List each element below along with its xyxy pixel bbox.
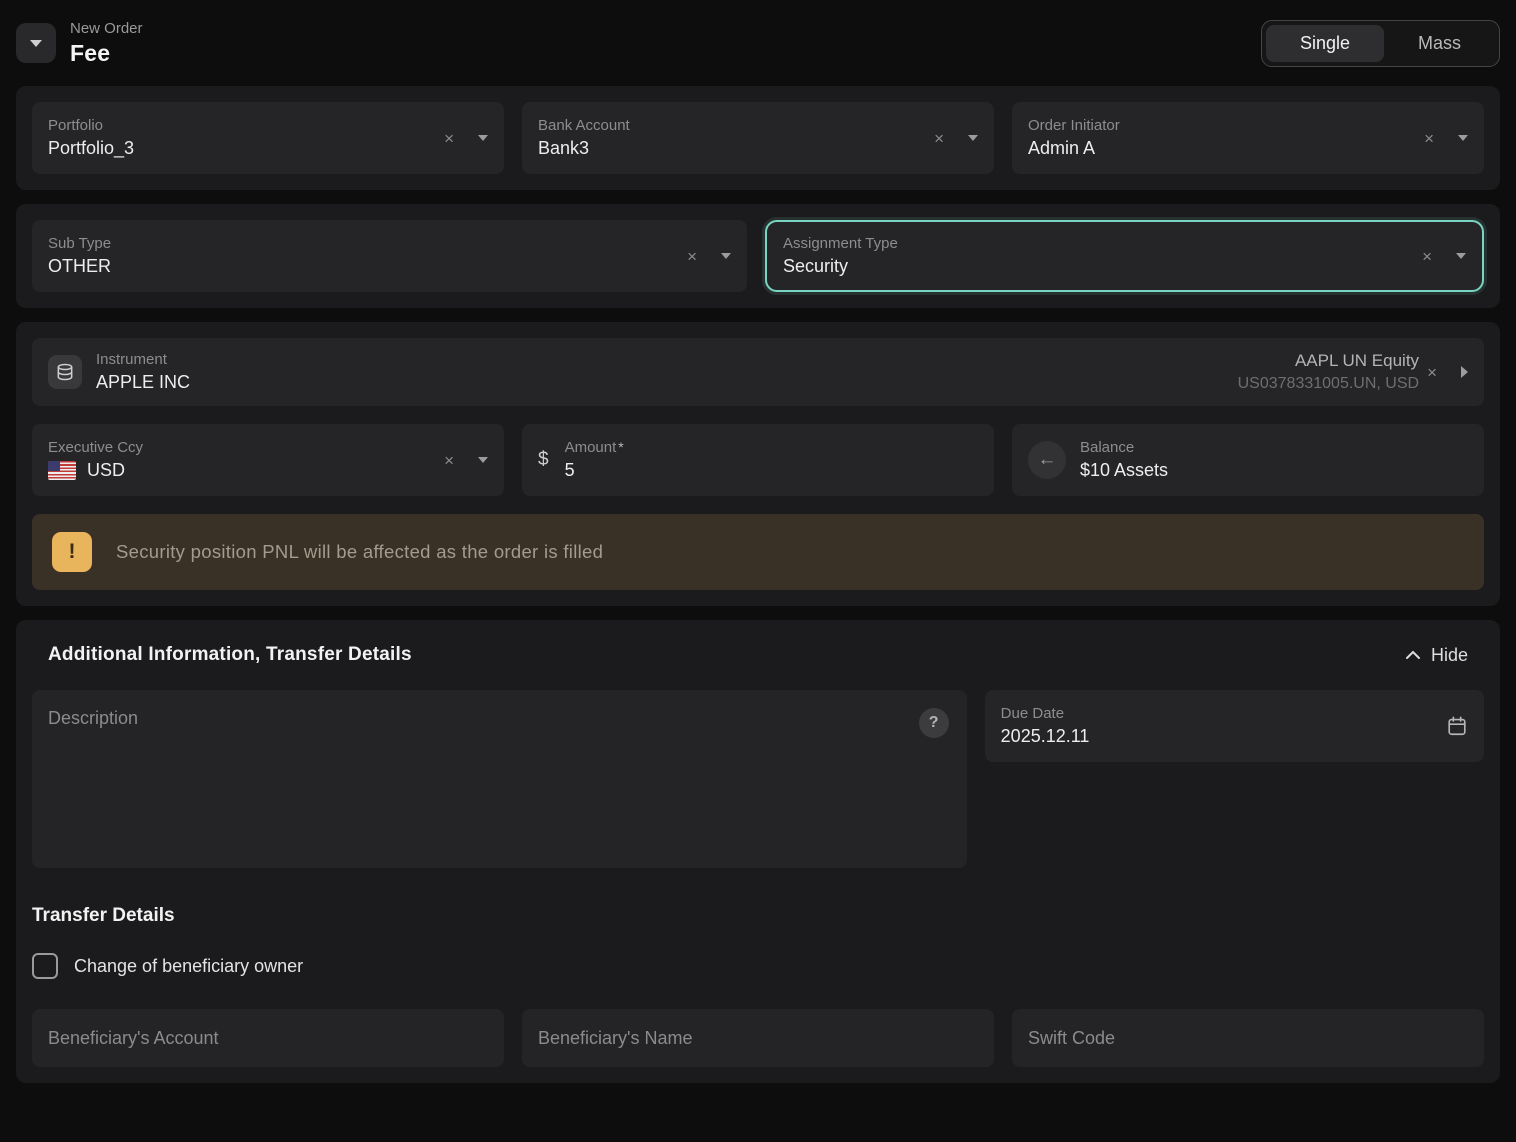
balance-field: ← Balance $10 Assets [1012, 424, 1484, 496]
hide-label: Hide [1431, 645, 1468, 666]
portfolio-label: Portfolio [48, 117, 436, 134]
toggle-mass[interactable]: Mass [1384, 25, 1495, 62]
chevron-up-icon [1405, 649, 1421, 661]
beneficiary-name-input[interactable] [522, 1009, 994, 1067]
chevron-down-icon[interactable] [478, 135, 488, 141]
us-flag-icon [48, 461, 76, 480]
description-input[interactable] [32, 690, 967, 868]
beneficiary-account-input[interactable] [32, 1009, 504, 1067]
executive-ccy-label: Executive Ccy [48, 439, 436, 456]
portfolio-select[interactable]: Portfolio Portfolio_3 × [32, 102, 504, 174]
balance-value: $10 Assets [1080, 460, 1468, 481]
chevron-down-icon[interactable] [1458, 135, 1468, 141]
clear-icon[interactable]: × [934, 130, 944, 147]
instrument-label: Instrument [96, 351, 1238, 368]
sub-type-value: OTHER [48, 256, 679, 277]
chevron-right-icon[interactable] [1461, 366, 1468, 378]
back-arrow-icon[interactable]: ← [1028, 441, 1066, 479]
description-wrapper: ? [32, 690, 967, 873]
order-initiator-label: Order Initiator [1028, 117, 1416, 134]
executive-ccy-select[interactable]: Executive Ccy USD × [32, 424, 504, 496]
assignment-type-select[interactable]: Assignment Type Security × [765, 220, 1484, 292]
instrument-identifier: US0378331005.UN, USD [1238, 375, 1419, 393]
order-initiator-select[interactable]: Order Initiator Admin A × [1012, 102, 1484, 174]
page-title: Fee [70, 40, 143, 67]
instrument-select[interactable]: Instrument APPLE INC AAPL UN Equity US03… [32, 338, 1484, 406]
title-block: New Order Fee [70, 20, 143, 67]
assignment-type-value: Security [783, 256, 1414, 277]
mode-toggle: Single Mass [1261, 20, 1500, 67]
clear-icon[interactable]: × [444, 130, 454, 147]
chevron-down-icon [30, 40, 42, 47]
additional-info-card: Additional Information, Transfer Details… [16, 620, 1500, 1083]
chevron-down-icon[interactable] [1456, 253, 1466, 259]
balance-label: Balance [1080, 439, 1468, 456]
clear-icon[interactable]: × [1422, 248, 1432, 265]
chevron-down-icon[interactable] [968, 135, 978, 141]
bank-account-select[interactable]: Bank Account Bank3 × [522, 102, 994, 174]
assignment-type-label: Assignment Type [783, 235, 1414, 252]
dollar-icon: $ [538, 449, 549, 471]
transfer-details-title: Transfer Details [32, 905, 1484, 927]
bank-account-value: Bank3 [538, 138, 926, 159]
beneficiary-owner-checkbox-label: Change of beneficiary owner [74, 956, 303, 977]
beneficiary-owner-checkbox[interactable] [32, 953, 58, 979]
clear-icon[interactable]: × [687, 248, 697, 265]
amount-field[interactable]: $ Amount* 5 [522, 424, 994, 496]
instrument-value: APPLE INC [96, 372, 1238, 393]
breadcrumb: New Order [70, 20, 143, 37]
sub-type-label: Sub Type [48, 235, 679, 252]
toggle-single[interactable]: Single [1266, 25, 1384, 62]
required-mark: * [618, 439, 623, 455]
account-card: Portfolio Portfolio_3 × Bank Account Ban… [16, 86, 1500, 190]
clear-icon[interactable]: × [1424, 130, 1434, 147]
instrument-ticker: AAPL UN Equity [1238, 351, 1419, 371]
order-initiator-value: Admin A [1028, 138, 1416, 159]
due-date-label: Due Date [1001, 705, 1446, 722]
due-date-field[interactable]: Due Date 2025.12.11 [985, 690, 1484, 762]
new-order-page: New Order Fee Single Mass Portfolio Port… [0, 0, 1516, 1142]
clear-icon[interactable]: × [1427, 364, 1437, 381]
warning-icon: ! [52, 532, 92, 572]
sub-type-select[interactable]: Sub Type OTHER × [32, 220, 747, 292]
executive-ccy-value: USD [87, 460, 125, 481]
hide-section-button[interactable]: Hide [1405, 645, 1468, 666]
collapse-button[interactable] [16, 23, 56, 63]
calendar-icon[interactable] [1446, 715, 1468, 737]
due-date-value: 2025.12.11 [1001, 726, 1446, 747]
instrument-card: Instrument APPLE INC AAPL UN Equity US03… [16, 322, 1500, 606]
clear-icon[interactable]: × [444, 452, 454, 469]
portfolio-value: Portfolio_3 [48, 138, 436, 159]
swift-code-input[interactable] [1012, 1009, 1484, 1067]
bank-account-label: Bank Account [538, 117, 926, 134]
chevron-down-icon[interactable] [478, 457, 488, 463]
instrument-details: AAPL UN Equity US0378331005.UN, USD [1238, 351, 1419, 393]
warning-message: Security position PNL will be affected a… [116, 541, 603, 563]
additional-info-title: Additional Information, Transfer Details [48, 644, 412, 666]
chevron-down-icon[interactable] [721, 253, 731, 259]
coins-icon [48, 355, 82, 389]
type-card: Sub Type OTHER × Assignment Type Securit… [16, 204, 1500, 308]
help-icon[interactable]: ? [919, 708, 949, 738]
top-bar: New Order Fee Single Mass [16, 0, 1500, 86]
pnl-warning-banner: ! Security position PNL will be affected… [32, 514, 1484, 590]
amount-label: Amount* [565, 439, 978, 456]
amount-value: 5 [565, 460, 978, 481]
